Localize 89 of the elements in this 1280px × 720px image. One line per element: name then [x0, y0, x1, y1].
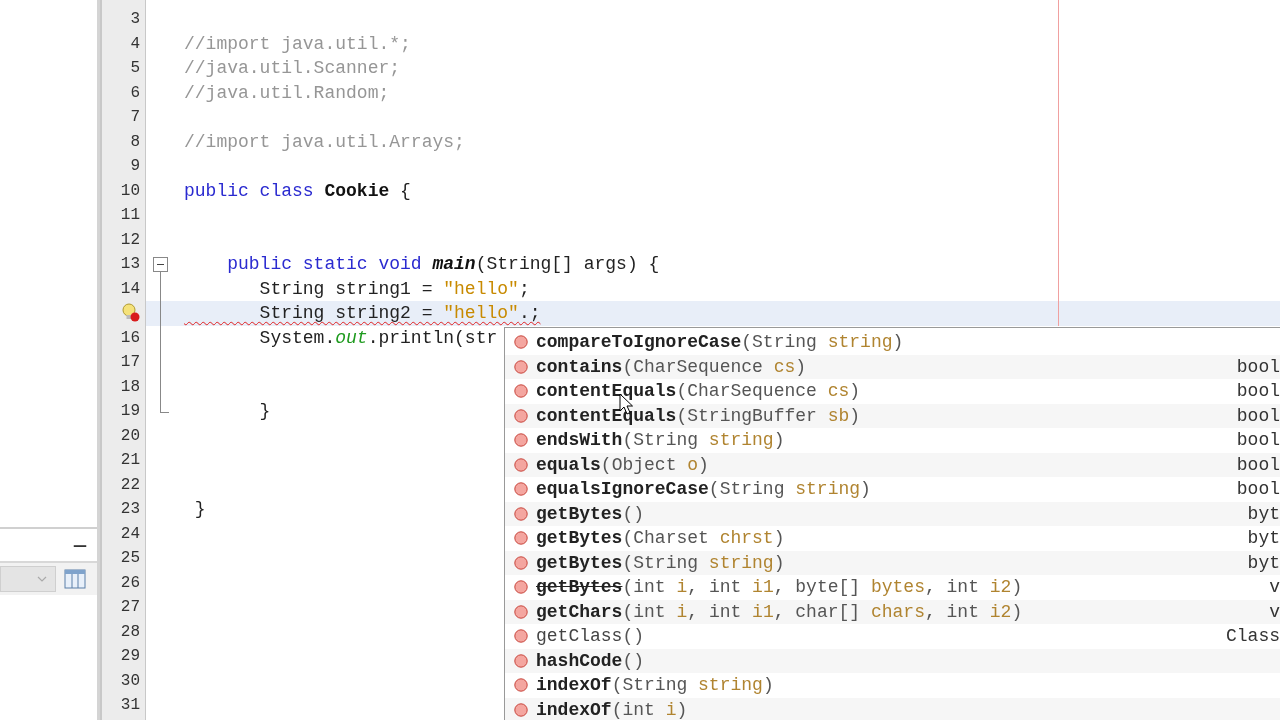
return-type: v	[1269, 577, 1280, 598]
line-number: 28	[120, 622, 140, 641]
method-icon	[514, 580, 528, 595]
method-icon	[514, 359, 528, 374]
completion-item[interactable]: getBytes(int i, int i1, byte[] bytes, int i2) v	[505, 575, 1280, 600]
method-icon	[514, 629, 528, 644]
code-line: public class Cookie {	[184, 179, 411, 202]
line-number: 31	[120, 696, 140, 715]
line-number: 11	[120, 206, 140, 225]
line-number: 24	[120, 524, 140, 543]
completion-item[interactable]: indexOf(int i)	[505, 697, 1280, 720]
error-hint-icon[interactable]	[122, 303, 140, 324]
method-icon	[514, 604, 528, 619]
window-icon[interactable]	[64, 569, 86, 589]
collapse-icon[interactable]	[153, 257, 168, 272]
line-number: 23	[120, 500, 140, 519]
completion-item[interactable]: contentEquals(StringBuffer sb) bool	[505, 403, 1280, 428]
completion-item[interactable]: getClass() Class	[505, 624, 1280, 649]
method-icon	[514, 335, 528, 350]
method-icon	[514, 702, 528, 717]
line-number: 12	[120, 230, 140, 249]
method-icon	[514, 384, 528, 399]
method-icon	[514, 408, 528, 423]
line-number: 27	[120, 598, 140, 617]
return-type: bool	[1236, 405, 1280, 426]
line-number: 21	[120, 451, 140, 470]
method-icon	[514, 457, 528, 472]
return-type: bool	[1236, 381, 1280, 402]
line-number: 14	[120, 279, 140, 298]
chevron-down-icon	[37, 576, 47, 582]
line-number: 17	[120, 353, 140, 372]
method-icon	[514, 506, 528, 521]
line-number: 26	[120, 573, 140, 592]
code-line: }	[258, 400, 271, 423]
line-number: 19	[120, 402, 140, 421]
line-number: 7	[130, 108, 140, 127]
line-number: 22	[120, 475, 140, 494]
line-number: 20	[120, 426, 140, 445]
return-type: Class	[1226, 626, 1280, 647]
method-icon	[514, 678, 528, 693]
return-type: v	[1269, 601, 1280, 622]
minimize-button[interactable]: —	[69, 537, 91, 553]
completion-item[interactable]: contains(CharSequence cs) bool	[505, 354, 1280, 379]
completion-item[interactable]: contentEquals(CharSequence cs) bool	[505, 379, 1280, 404]
return-type: bool	[1236, 356, 1280, 377]
line-number: 18	[120, 377, 140, 396]
line-number: 4	[130, 34, 140, 53]
completion-item[interactable]: endsWith(String string) bool	[505, 428, 1280, 453]
line-number: 5	[130, 59, 140, 78]
completion-item[interactable]: getChars(int i, int i1, char[] chars, int i2) v	[505, 599, 1280, 624]
line-number: 8	[130, 132, 140, 151]
completion-item[interactable]: getBytes() byt	[505, 501, 1280, 526]
line-number: 13	[120, 255, 140, 274]
dropdown-field[interactable]	[0, 566, 56, 592]
completion-item[interactable]: getBytes(Charset chrst) byt	[505, 526, 1280, 551]
return-type: byt	[1247, 503, 1280, 524]
code-line: String string1 = "hello";	[258, 277, 530, 300]
completion-item[interactable]: indexOf(String string)	[505, 673, 1280, 698]
code-line: }	[193, 498, 206, 521]
line-number: 6	[130, 83, 140, 102]
line-number: 9	[130, 157, 140, 176]
code-line: //import java.util.*;	[184, 32, 411, 55]
completion-item[interactable]: equals(Object o) bool	[505, 452, 1280, 477]
line-number: 25	[120, 549, 140, 568]
line-number: 3	[130, 10, 140, 29]
method-icon	[514, 653, 528, 668]
code-line: //java.util.Scanner;	[184, 57, 401, 80]
line-number: 16	[120, 328, 140, 347]
code-line: System.out.println(str	[258, 326, 498, 349]
return-type: byt	[1247, 552, 1280, 573]
completion-item[interactable]: hashCode()	[505, 648, 1280, 673]
code-line: public static void main(String[] args) {	[226, 253, 660, 276]
return-type: bool	[1236, 454, 1280, 475]
line-number: 29	[120, 647, 140, 666]
completion-item[interactable]: compareToIgnoreCase(String string)	[505, 330, 1280, 355]
method-icon	[514, 482, 528, 497]
return-type: bool	[1236, 430, 1280, 451]
code-line: String string2 = "hello".;	[258, 302, 541, 325]
code-line: //java.util.Random;	[184, 81, 390, 104]
completion-item[interactable]: getBytes(String string) byt	[505, 550, 1280, 575]
code-line: //import java.util.Arrays;	[184, 130, 465, 153]
return-type: byt	[1247, 528, 1280, 549]
completion-item[interactable]: equalsIgnoreCase(String string) bool	[505, 477, 1280, 502]
line-number: 30	[120, 671, 140, 690]
method-icon	[514, 433, 528, 448]
line-number: 10	[120, 181, 140, 200]
return-type: bool	[1236, 479, 1280, 500]
method-icon	[514, 531, 528, 546]
method-icon	[514, 555, 528, 570]
